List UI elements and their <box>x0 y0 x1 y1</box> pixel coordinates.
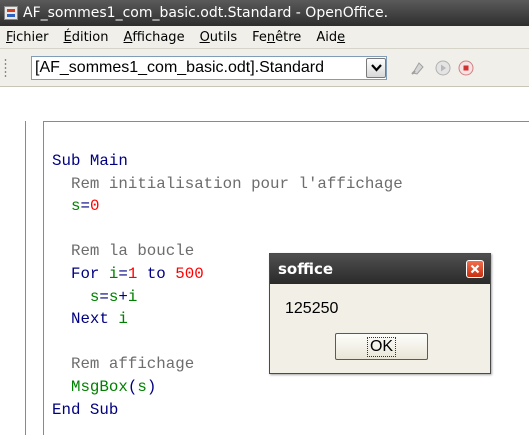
menu-outils[interactable]: Outils <box>192 30 245 45</box>
chevron-down-icon <box>370 64 382 72</box>
menu-fenetre[interactable]: Fenêtre <box>244 30 308 45</box>
dialog-close-button[interactable] <box>466 260 484 278</box>
code-comment-line: Rem initialisation pour l'affichage <box>52 174 403 193</box>
stop-icon[interactable] <box>458 60 474 76</box>
openoffice-app-icon <box>4 6 18 20</box>
menu-edition[interactable]: Édition <box>56 30 116 45</box>
compile-icon[interactable] <box>410 60 426 76</box>
code-line: Sub Main <box>52 152 128 170</box>
window-titlebar[interactable]: AF_sommes1_com_basic.odt.Standard - Open… <box>0 0 529 26</box>
toolbar-grip[interactable] <box>4 58 7 78</box>
msgbox-dialog: soffice 125250 OK <box>269 253 491 374</box>
menu-affichage[interactable]: Affichage <box>115 30 191 45</box>
menu-bar: Fichier Édition Affichage Outils Fenêtre… <box>0 26 529 49</box>
library-dropdown-button[interactable] <box>366 58 386 78</box>
ok-button[interactable]: OK <box>335 333 428 360</box>
menu-fichier[interactable]: Fichier <box>0 30 56 45</box>
code-line: End Sub <box>52 400 119 419</box>
code-line: MsgBox(s) <box>70 377 157 396</box>
library-select[interactable]: [AF_sommes1_com_basic.odt].Standard <box>31 56 387 80</box>
ok-button-label: OK <box>366 336 397 357</box>
run-icon[interactable] <box>435 60 451 76</box>
dialog-message: 125250 <box>285 300 339 317</box>
code-line: s=0 <box>70 197 100 216</box>
window-title: AF_sommes1_com_basic.odt.Standard - Open… <box>23 5 389 21</box>
breakpoint-margin[interactable] <box>25 121 44 435</box>
close-icon <box>470 264 480 274</box>
menu-aide[interactable]: Aide <box>308 30 352 45</box>
editor-top-border <box>25 121 529 122</box>
dialog-title[interactable]: soffice <box>270 254 490 284</box>
